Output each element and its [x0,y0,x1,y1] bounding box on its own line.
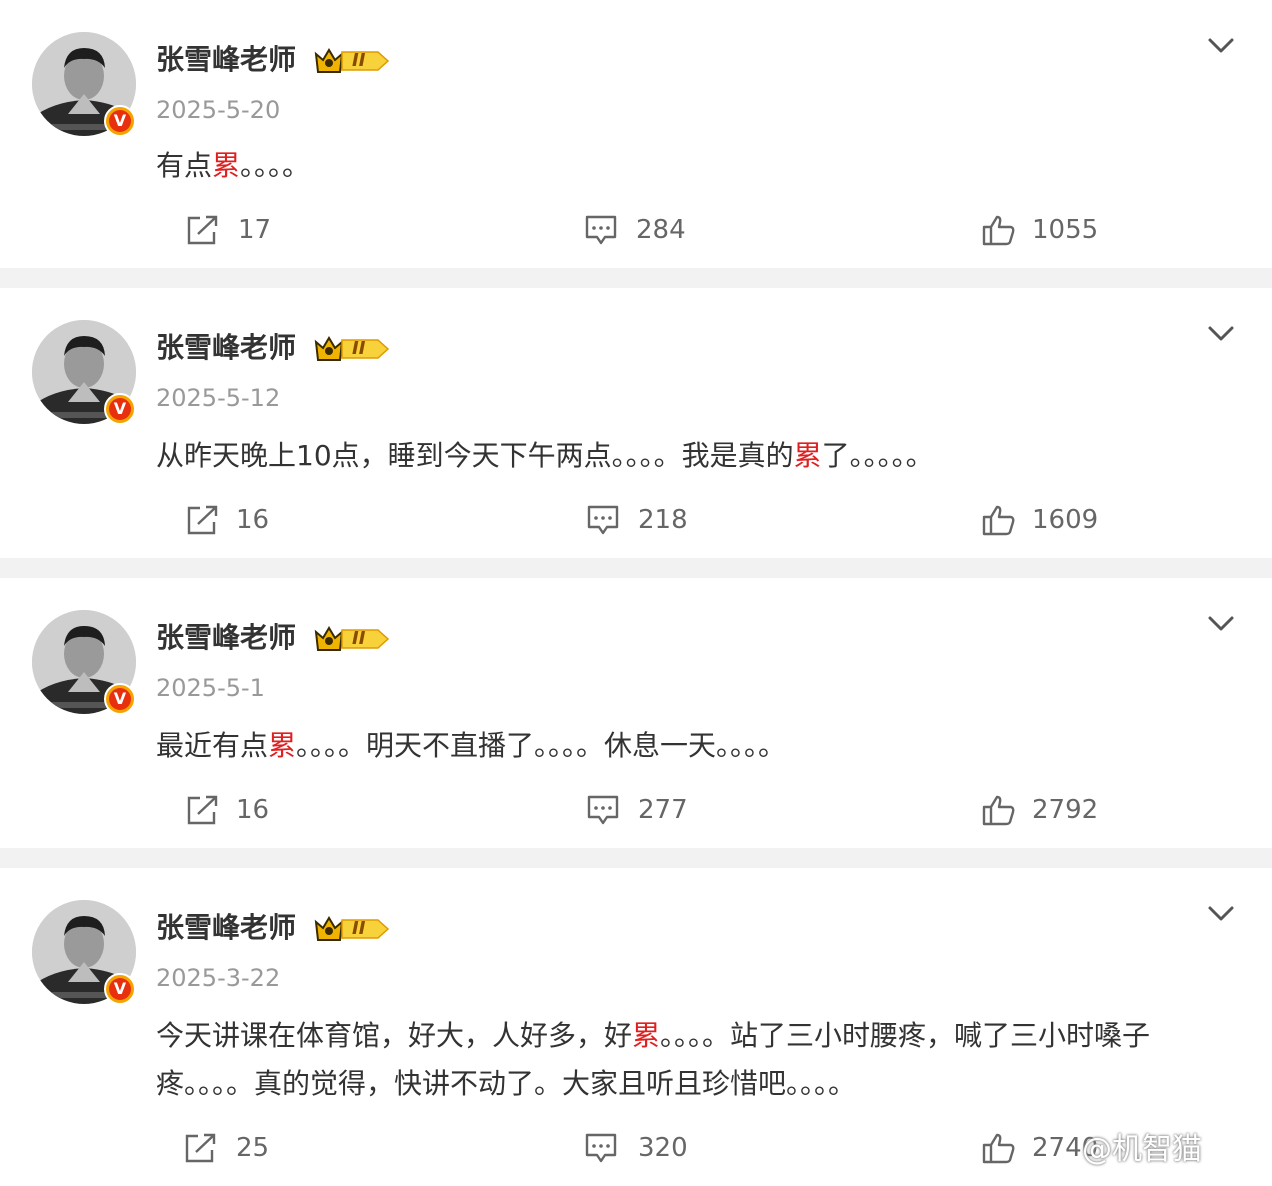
post-text-highlight: 累 [268,729,297,762]
crown-level-label: II [352,50,366,71]
comment-icon [587,505,619,535]
like-button[interactable]: 1055 [982,210,1122,250]
post-text-part: 从昨天晚上10点，睡到今天下午两点。。。。我是真的 [156,439,794,472]
post-text-highlight: 累 [632,1019,661,1052]
crown-level-label: II [352,338,366,359]
author-name[interactable]: 张雪峰老师 [156,618,296,658]
author-name[interactable]: 张雪峰老师 [156,40,296,80]
thumbs-up-icon [982,1133,1015,1164]
post-text-part: 今天讲课在体育馆，好大，人好多，好 [156,1019,633,1052]
repost-button[interactable]: 16 [186,790,306,830]
like-count: 2792 [1032,795,1099,825]
post-text-line: 今天讲课在体育馆，好大，人好多，好累。。。。站了三小时腰疼，喊了三小时嗓子 [156,1012,1236,1060]
comment-count: 320 [638,1133,688,1163]
repost-count: 17 [238,215,272,245]
post-text-part: 最近有点 [156,729,269,762]
like-button[interactable]: 2792 [982,790,1122,830]
verified-badge: V [104,105,136,137]
post-text-part: 有点 [156,149,213,182]
verified-v-badge-icon: V [109,688,131,710]
post-text-highlight: 累 [212,149,241,182]
thumbs-up-icon [982,795,1015,826]
like-button[interactable]: 1609 [982,500,1122,540]
post-date[interactable]: 2025-3-22 [156,962,280,994]
post-text-part: 。。。。站了三小时腰疼，喊了三小时嗓子 [660,1019,1151,1052]
watermark-text: @机智猫 [1082,1132,1202,1167]
chevron-down-icon[interactable] [1206,34,1236,56]
verified-v-badge-icon: V [109,978,131,1000]
verified-badge: V [104,393,136,425]
post-text: 从昨天晚上10点，睡到今天下午两点。。。。我是真的累了。。。。。 [156,432,1236,480]
comment-button[interactable]: 284 [584,210,724,250]
comment-button[interactable]: 320 [584,1128,724,1168]
divider [0,848,1272,868]
post-card: V 张雪峰老师 II 2025-5-12 从昨天晚上10点，睡到今天下午两点。。… [0,288,1272,558]
verified-v-badge-icon: V [109,110,131,132]
divider [0,558,1272,578]
post-date[interactable]: 2025-5-1 [156,672,265,704]
divider [0,268,1272,288]
post-text-part: 疼。。。。真的觉得，快讲不动了。大家且听且珍惜吧。。。。 [156,1067,857,1100]
post-text: 今天讲课在体育馆，好大，人好多，好累。。。。站了三小时腰疼，喊了三小时嗓子 疼。… [156,1012,1236,1108]
like-count: 1609 [1032,505,1099,535]
comment-count: 284 [636,215,686,245]
repost-icon [187,215,218,245]
verified-badge: V [104,683,136,715]
chevron-down-icon[interactable] [1206,902,1236,924]
post-date[interactable]: 2025-5-20 [156,94,280,126]
post-card: V 张雪峰老师 II 2025-5-20 有点累。。。。 17 284 1055 [0,0,1272,268]
crown-level-label: II [352,628,366,649]
post-card: V 张雪峰老师 II 2025-5-1 最近有点累。。。。明天不直播了。。。。休… [0,578,1272,848]
repost-icon [187,795,218,825]
post-text: 有点累。。。。 [156,142,1236,190]
comment-count: 218 [638,505,688,535]
like-count: 1055 [1032,215,1099,245]
crown-level-label: II [352,918,366,939]
thumbs-up-icon [982,505,1015,536]
chevron-down-icon[interactable] [1206,322,1236,344]
repost-button[interactable]: 25 [184,1128,304,1168]
chevron-down-icon[interactable] [1206,612,1236,634]
repost-count: 16 [236,795,270,825]
post-text-part: 了。。。。。 [821,439,934,472]
repost-button[interactable]: 17 [186,210,306,250]
repost-count: 16 [236,505,270,535]
post-text-part: 。。。。明天不直播了。。。。休息一天。。。。 [296,729,787,762]
comment-icon [585,1133,617,1163]
thumbs-up-icon [982,215,1015,246]
post-text-highlight: 累 [793,439,822,472]
author-name[interactable]: 张雪峰老师 [156,328,296,368]
repost-count: 25 [236,1133,270,1163]
comment-button[interactable]: 277 [586,790,726,830]
post-text-line: 疼。。。。真的觉得，快讲不动了。大家且听且珍惜吧。。。。 [156,1060,1236,1108]
verified-v-badge-icon: V [109,398,131,420]
repost-button[interactable]: 16 [186,500,306,540]
post-text: 最近有点累。。。。明天不直播了。。。。休息一天。。。。 [156,722,1236,770]
comment-icon [585,215,617,245]
verified-badge: V [104,973,136,1005]
post-text-part: 。。。。 [240,149,311,182]
repost-icon [187,505,218,535]
comment-button[interactable]: 218 [586,500,726,540]
comment-count: 277 [638,795,688,825]
post-date[interactable]: 2025-5-12 [156,382,280,414]
comment-icon [587,795,619,825]
repost-icon [185,1133,216,1163]
author-name[interactable]: 张雪峰老师 [156,908,296,948]
